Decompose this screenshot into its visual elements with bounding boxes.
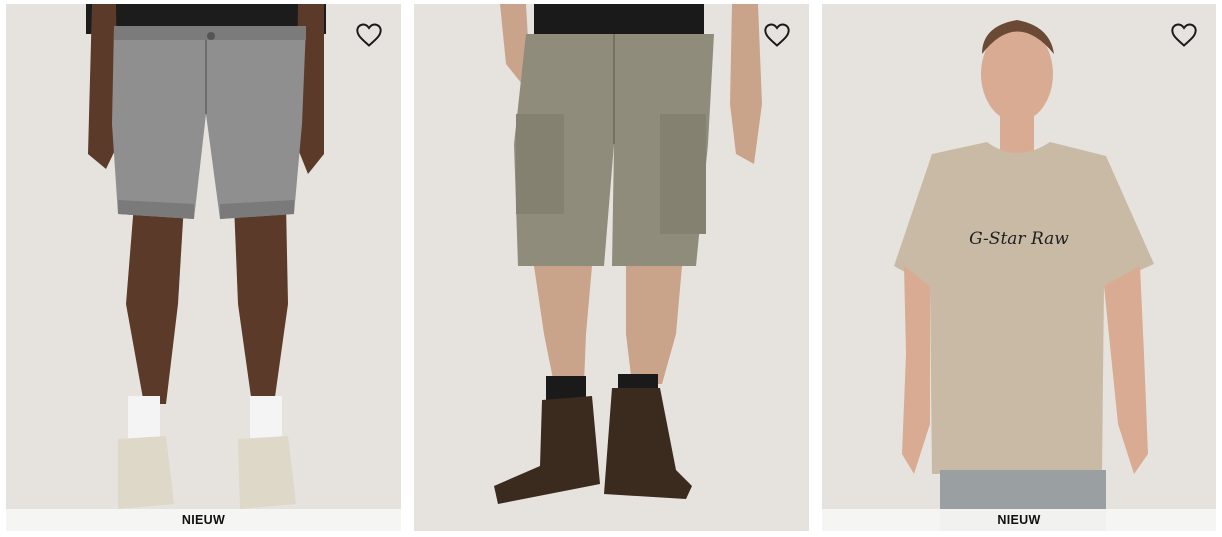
new-badge: NIEUW — [6, 509, 401, 531]
product-grid: NIEUW G-Star Raw NIEUW — [0, 0, 1222, 537]
product-card-cargo-shorts[interactable] — [414, 4, 809, 531]
wishlist-heart-icon[interactable] — [355, 22, 383, 48]
product-image-graphic-tshirt[interactable]: G-Star Raw — [822, 4, 1216, 531]
product-card-graphic-tshirt[interactable]: G-Star Raw NIEUW — [822, 4, 1216, 531]
wishlist-heart-icon[interactable] — [1170, 22, 1198, 48]
product-image-cargo-shorts[interactable] — [414, 4, 809, 531]
wishlist-heart-icon[interactable] — [763, 22, 791, 48]
shirt-print-text: G-Star Raw — [969, 229, 1069, 249]
product-card-denim-shorts[interactable]: NIEUW — [6, 4, 401, 531]
product-image-denim-shorts[interactable] — [6, 4, 401, 531]
new-badge: NIEUW — [822, 509, 1216, 531]
